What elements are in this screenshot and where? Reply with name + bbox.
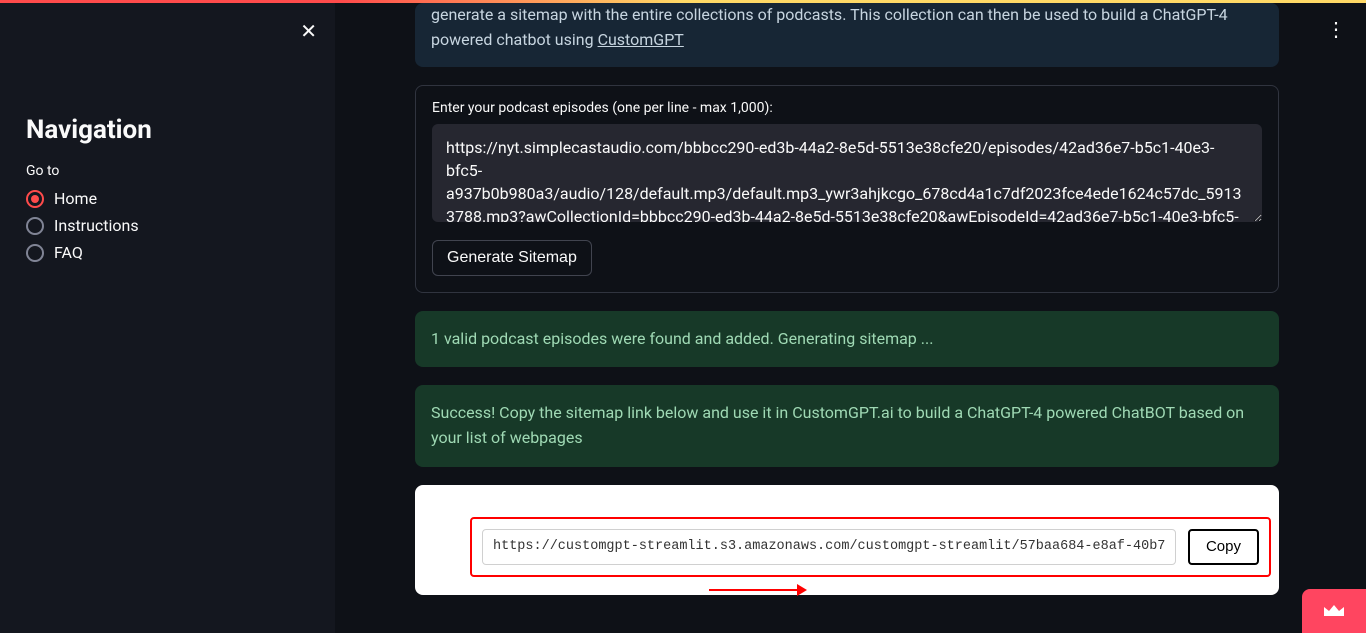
sidebar-item-label: Home xyxy=(54,189,97,208)
kebab-menu-icon[interactable]: ⋮ xyxy=(1326,19,1346,39)
podcast-urls-textarea[interactable] xyxy=(432,124,1262,222)
radio-icon xyxy=(26,244,44,262)
nav-radio-group: Home Instructions FAQ xyxy=(26,189,315,262)
status-success: Success! Copy the sitemap link below and… xyxy=(415,385,1279,467)
form-card: Enter your podcast episodes (one per lin… xyxy=(415,85,1279,293)
sidebar-title: Navigation xyxy=(26,115,315,145)
radio-icon xyxy=(26,217,44,235)
info-banner: generate a sitemap with the entire colle… xyxy=(415,3,1279,67)
crown-icon xyxy=(1322,602,1346,620)
close-icon[interactable]: ✕ xyxy=(300,21,317,41)
goto-label: Go to xyxy=(26,163,315,179)
info-text: generate a sitemap with the entire colle… xyxy=(431,5,1228,49)
sitemap-url-frame: Copy xyxy=(470,517,1271,577)
sidebar: ✕ Navigation Go to Home Instructions FAQ xyxy=(0,3,335,633)
sitemap-url-input[interactable] xyxy=(482,529,1176,565)
customgpt-link[interactable]: CustomGPT xyxy=(598,30,684,49)
main-area: ⋮ generate a sitemap with the entire col… xyxy=(335,3,1366,633)
crown-badge[interactable] xyxy=(1302,589,1366,633)
sidebar-item-label: FAQ xyxy=(54,243,83,262)
textarea-label: Enter your podcast episodes (one per lin… xyxy=(432,100,1262,116)
sidebar-item-instructions[interactable]: Instructions xyxy=(26,216,315,235)
radio-icon xyxy=(26,190,44,208)
sidebar-item-label: Instructions xyxy=(54,216,139,235)
generate-sitemap-button[interactable]: Generate Sitemap xyxy=(432,240,592,276)
copy-button[interactable]: Copy xyxy=(1188,529,1259,565)
content-column: generate a sitemap with the entire colle… xyxy=(415,3,1279,595)
sidebar-item-faq[interactable]: FAQ xyxy=(26,243,315,262)
app-top-accent-bar xyxy=(0,0,1366,3)
output-panel: Copy xyxy=(415,485,1279,595)
sidebar-item-home[interactable]: Home xyxy=(26,189,315,208)
status-found-episodes: 1 valid podcast episodes were found and … xyxy=(415,311,1279,368)
